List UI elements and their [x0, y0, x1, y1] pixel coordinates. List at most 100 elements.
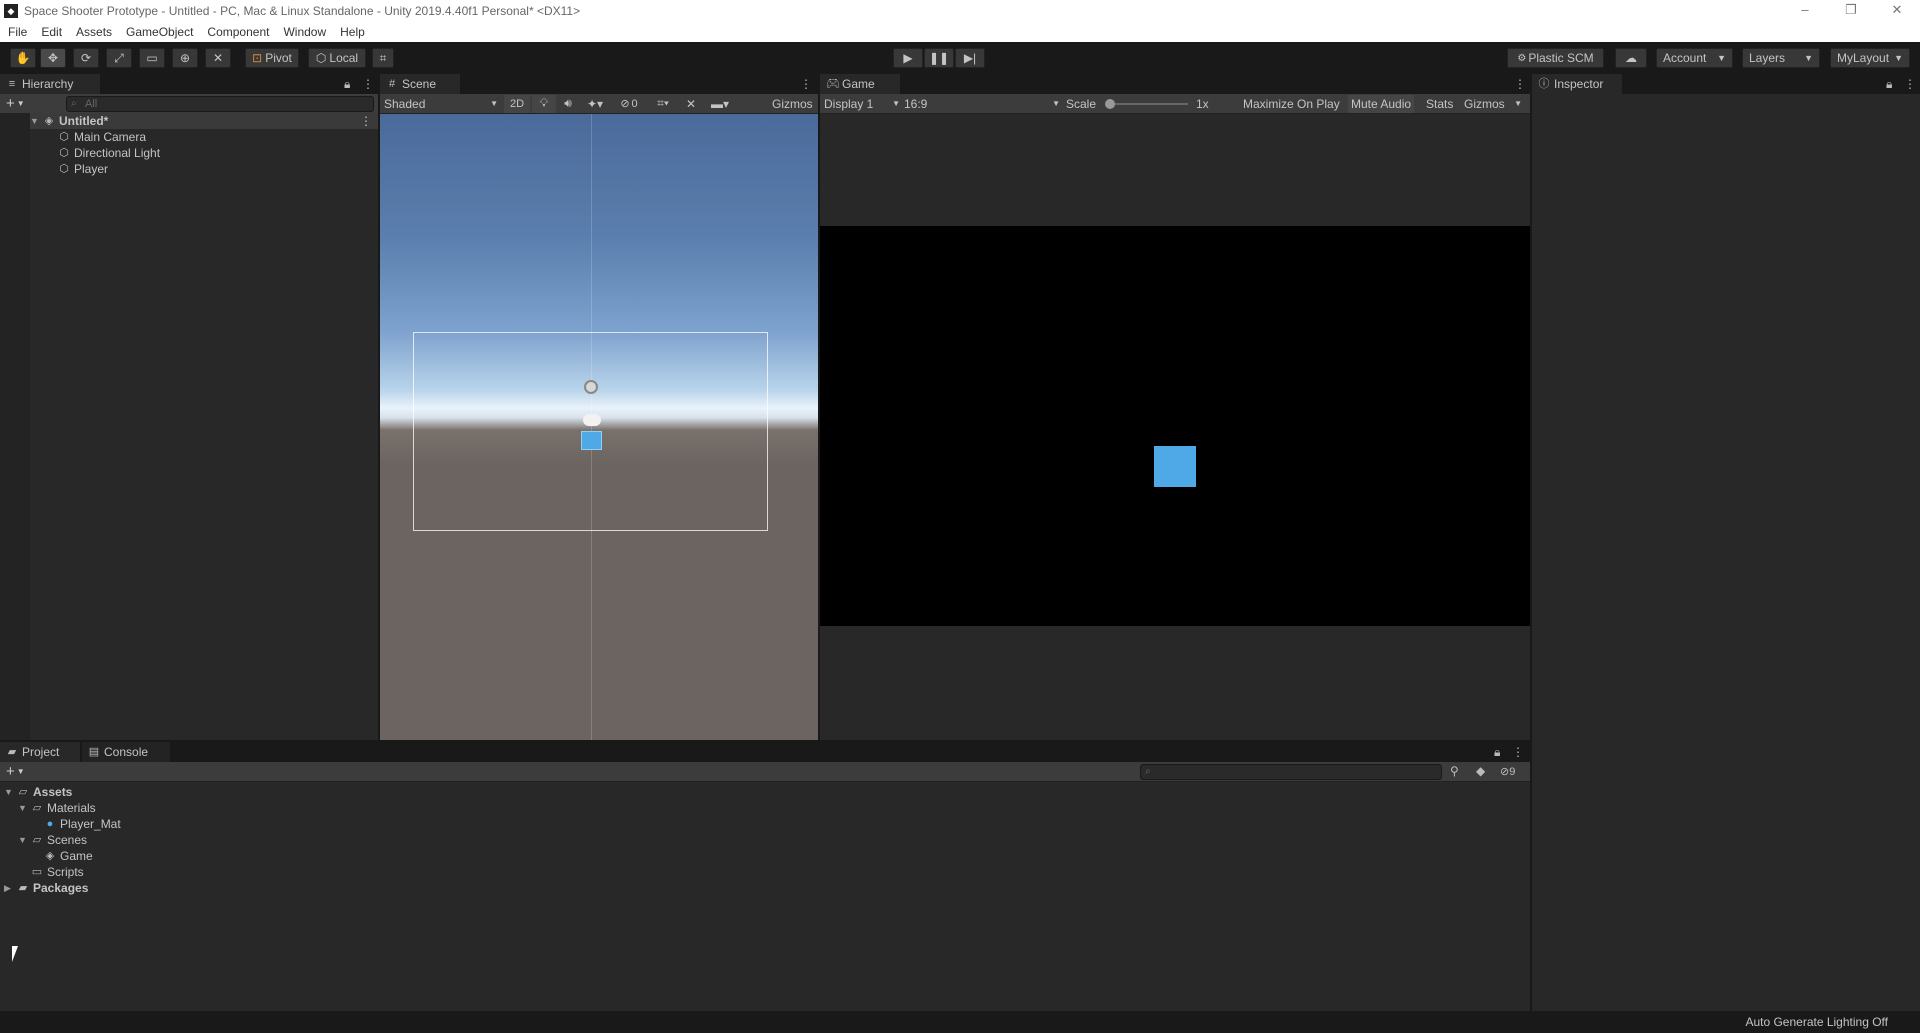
plastic-scm-button[interactable]: ⚙ Plastic SCM — [1507, 48, 1604, 68]
game-gizmos-dropdown[interactable]: Gizmos ▼ — [1461, 95, 1525, 113]
hidden-packages-toggle[interactable]: ⊘9 — [1500, 765, 1515, 778]
tab-console[interactable]: ▤ Console — [82, 742, 170, 762]
pause-button[interactable]: ❚❚ — [924, 48, 954, 68]
expand-arrow-icon[interactable]: ▼ — [18, 803, 28, 813]
mute-audio-toggle[interactable]: Mute Audio — [1348, 94, 1415, 113]
project-search-input[interactable]: ⌕ — [1140, 764, 1442, 780]
pivot-toggle[interactable]: ⊡ Pivot — [245, 48, 299, 68]
filter-by-type-icon[interactable]: ⚲ — [1450, 764, 1459, 778]
more-icon[interactable]: ⋮ — [362, 77, 374, 91]
play-button[interactable]: ▶ — [893, 48, 923, 68]
hierarchy-item-main-camera[interactable]: ⬡ Main Camera — [58, 129, 146, 145]
more-icon[interactable]: ⋮ — [800, 77, 812, 91]
menu-window[interactable]: Window — [283, 25, 326, 39]
rect-tool-icon[interactable]: ▭ — [139, 48, 165, 68]
more-icon[interactable]: ⋮ — [1512, 745, 1524, 759]
tab-project[interactable]: ▰ Project — [0, 742, 80, 762]
toggle-2d-button[interactable]: 2D — [504, 94, 530, 113]
effects-dropdown-icon[interactable]: ✦▾ — [580, 95, 610, 113]
local-toggle[interactable]: ⬡ Local — [308, 48, 366, 68]
light-gizmo-icon[interactable] — [584, 380, 598, 394]
chevron-down-icon: ▼ — [1514, 99, 1522, 108]
expand-arrow-icon[interactable]: ▼ — [4, 787, 14, 797]
menu-gameobject[interactable]: GameObject — [126, 25, 193, 39]
display-dropdown[interactable]: Display 1 ▼ — [824, 95, 900, 113]
scale-slider[interactable] — [1108, 103, 1188, 105]
tree-item-scripts[interactable]: ▭ Scripts — [31, 864, 84, 880]
mouse-cursor-icon — [12, 946, 24, 962]
scene-root-item[interactable]: ▼ ◈ Untitled* ⋮ — [30, 113, 378, 129]
tree-item-player-mat[interactable]: ● Player_Mat — [44, 816, 121, 832]
menu-file[interactable]: File — [8, 25, 27, 39]
menu-edit[interactable]: Edit — [41, 25, 62, 39]
lighting-status[interactable]: Auto Generate Lighting Off — [1745, 1015, 1888, 1029]
hand-tool-icon[interactable]: ✋ — [10, 48, 36, 68]
camera-dropdown-icon[interactable]: ▬▾ — [704, 95, 736, 113]
filter-by-label-icon[interactable]: ◆ — [1476, 764, 1485, 778]
chevron-down-icon[interactable]: ▼ — [17, 767, 25, 776]
stats-toggle[interactable]: Stats — [1423, 95, 1456, 113]
menu-component[interactable]: Component — [207, 25, 269, 39]
add-icon[interactable]: + — [6, 95, 15, 112]
step-button[interactable]: ▶| — [955, 48, 985, 68]
minimize-button[interactable]: – — [1782, 0, 1828, 22]
tab-scene[interactable]: # Scene — [380, 74, 460, 94]
more-icon[interactable]: ⋮ — [360, 114, 372, 128]
camera-gizmo-icon[interactable] — [583, 414, 601, 426]
add-icon[interactable]: + — [6, 763, 15, 780]
lighting-toggle-icon[interactable]: 💡︎ — [532, 94, 556, 113]
chevron-down-icon[interactable]: ▼ — [17, 99, 25, 108]
restore-button[interactable]: ❐ — [1828, 0, 1874, 22]
tree-item-game-scene[interactable]: ◈ Game — [44, 848, 93, 864]
scale-tool-icon[interactable]: ⤢ — [106, 48, 132, 68]
move-tool-icon[interactable]: ✥ — [40, 48, 66, 68]
tree-item-materials[interactable]: ▼ ▱ Materials — [18, 800, 96, 816]
expand-arrow-icon[interactable]: ▼ — [18, 835, 28, 845]
shading-dropdown[interactable]: Shaded ▼ — [384, 95, 498, 113]
rotate-tool-icon[interactable]: ⟳ — [73, 48, 99, 68]
hierarchy-item-directional-light[interactable]: ⬡ Directional Light — [58, 145, 160, 161]
tree-item-assets[interactable]: ▼ ▱ Assets — [4, 784, 72, 800]
grid-visibility-icon[interactable]: ⌗▾ — [648, 95, 678, 113]
more-icon[interactable]: ⋮ — [1904, 77, 1916, 91]
lock-icon[interactable]: 🔒︎ — [1494, 745, 1500, 760]
aspect-dropdown[interactable]: 16:9 ▼ — [904, 95, 1060, 113]
inspector-tabstrip: ⓘ Inspector 🔒︎ ⋮ — [1532, 74, 1920, 94]
scene-view-panel: Shaded ▼ 2D 💡︎ 🔊︎ ✦▾ ⊘ 0 ⌗▾ ✕ ▬▾ Gizmos — [380, 94, 818, 740]
game-render-area[interactable] — [820, 226, 1530, 626]
lock-icon[interactable]: 🔒︎ — [1886, 77, 1892, 92]
expand-arrow-icon[interactable]: ▼ — [30, 116, 40, 126]
hierarchy-search-input[interactable]: ⌕ All — [66, 96, 374, 112]
tree-item-packages[interactable]: ▶ ▰ Packages — [4, 880, 88, 896]
scene-toolbar: Shaded ▼ 2D 💡︎ 🔊︎ ✦▾ ⊘ 0 ⌗▾ ✕ ▬▾ Gizmos — [380, 94, 818, 114]
grid-snap-icon[interactable]: ⌗ — [372, 48, 394, 68]
tree-item-scenes[interactable]: ▼ ▱ Scenes — [18, 832, 87, 848]
tab-inspector[interactable]: ⓘ Inspector — [1532, 74, 1622, 94]
more-icon[interactable]: ⋮ — [1514, 77, 1526, 91]
project-panel: + ▼ ⌕ ⚲ ◆ ⊘9 ▼ ▱ Assets ▼ ▱ Materials ● Playe… — [0, 762, 1530, 1011]
tools-toggle-icon[interactable]: ✕ — [682, 95, 700, 113]
close-button[interactable]: ✕ — [1874, 0, 1920, 22]
maximize-on-play-toggle[interactable]: Maximize On Play — [1240, 95, 1343, 113]
cloud-icon[interactable]: ☁ — [1615, 48, 1647, 68]
menu-help[interactable]: Help — [340, 25, 365, 39]
transform-tool-icon[interactable]: ⊕ — [172, 48, 198, 68]
lock-icon[interactable]: 🔒︎ — [344, 77, 350, 92]
custom-tool-icon[interactable]: ✕ — [205, 48, 231, 68]
account-dropdown[interactable]: Account ▼ — [1656, 48, 1733, 68]
player-cube[interactable] — [581, 431, 602, 450]
menu-assets[interactable]: Assets — [76, 25, 112, 39]
scale-slider-handle[interactable] — [1105, 99, 1115, 109]
hidden-objects-toggle[interactable]: ⊘ 0 — [614, 95, 644, 113]
tab-game[interactable]: 🎮︎ Game — [820, 74, 900, 94]
scene-viewport[interactable] — [380, 114, 818, 740]
tab-hierarchy[interactable]: ≡ Hierarchy — [0, 74, 100, 94]
scene-gizmos-button[interactable]: Gizmos — [772, 95, 813, 113]
hierarchy-item-player[interactable]: ⬡ Player — [58, 161, 108, 177]
layers-dropdown[interactable]: Layers ▼ — [1742, 48, 1820, 68]
layout-dropdown[interactable]: MyLayout ▼ — [1830, 48, 1910, 68]
audio-toggle-icon[interactable]: 🔊︎ — [558, 95, 578, 113]
expand-arrow-icon[interactable]: ▶ — [4, 883, 14, 894]
display-label: Display 1 — [824, 96, 874, 111]
scene-tab-label: Scene — [402, 77, 437, 91]
